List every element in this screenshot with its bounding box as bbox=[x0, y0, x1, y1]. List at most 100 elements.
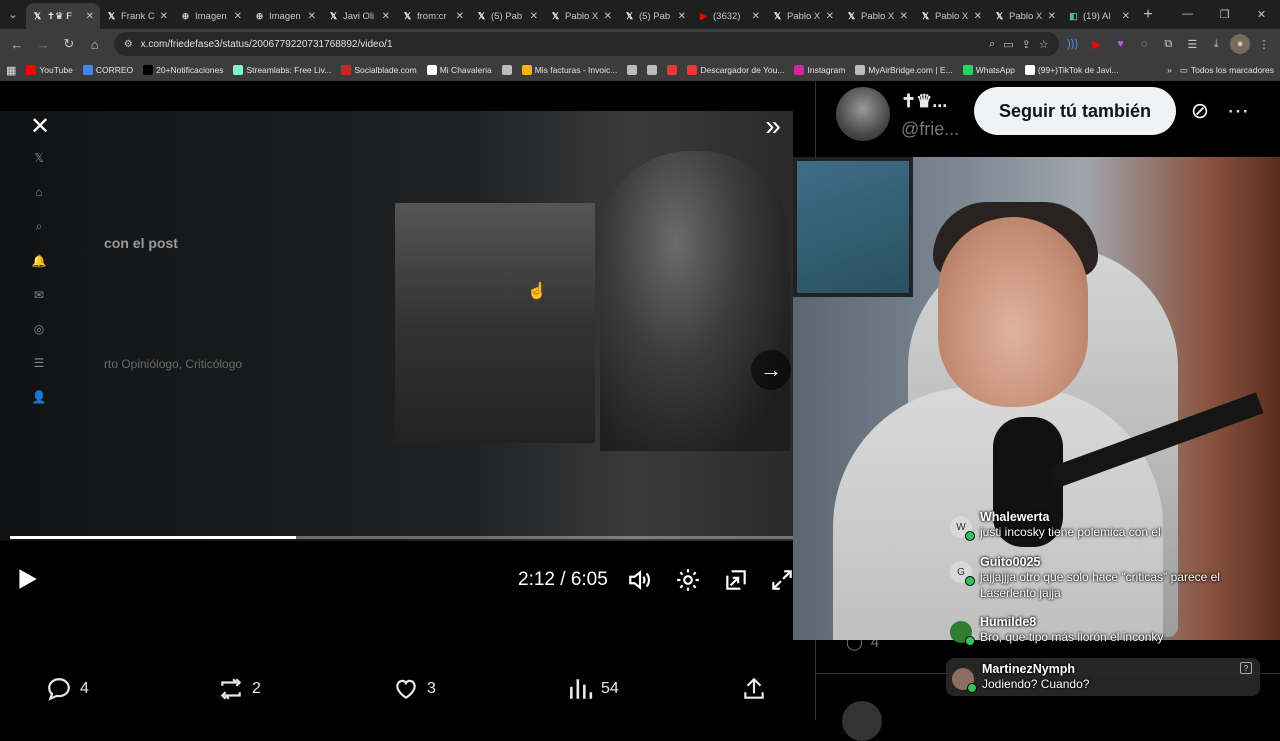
bookmark-label: Socialblade.com bbox=[354, 65, 417, 75]
tab-close-icon[interactable]: ✕ bbox=[1048, 11, 1056, 22]
like-action[interactable]: 3 bbox=[393, 676, 436, 702]
browser-tab[interactable]: 𝕏from:cr ✕ bbox=[396, 3, 470, 29]
bookmark-item[interactable]: CORREO bbox=[82, 65, 133, 75]
tab-close-icon[interactable]: ✕ bbox=[382, 11, 390, 22]
profile-avatar-icon[interactable]: ● bbox=[1230, 34, 1251, 54]
tab-close-icon[interactable]: ✕ bbox=[974, 11, 982, 22]
minimize-icon[interactable]: — bbox=[1169, 8, 1206, 21]
browser-tab[interactable]: 𝕏 Pablo X ✕ bbox=[766, 3, 840, 29]
tab-close-icon[interactable]: ✕ bbox=[678, 11, 686, 22]
zoom-icon[interactable]: ⌕ bbox=[989, 38, 995, 51]
forward-icon[interactable]: → bbox=[32, 33, 54, 55]
settings-button[interactable] bbox=[674, 566, 702, 594]
cast-icon[interactable]: ▭ bbox=[1003, 38, 1013, 51]
share-action[interactable] bbox=[741, 676, 767, 702]
tab-close-icon[interactable]: ✕ bbox=[1122, 11, 1130, 22]
play-button[interactable] bbox=[14, 564, 44, 596]
tab-search-chevron-icon[interactable]: ⌄ bbox=[0, 0, 26, 29]
report-flag-icon[interactable]: ? bbox=[1240, 662, 1252, 674]
bookmark-item[interactable]: Mis facturas - Invoic... bbox=[521, 65, 617, 75]
back-icon[interactable]: ← bbox=[6, 33, 28, 55]
tab-close-icon[interactable]: ✕ bbox=[826, 11, 834, 22]
author-name[interactable]: ✝♛... bbox=[901, 91, 947, 112]
reload-icon[interactable]: ↻ bbox=[58, 33, 80, 55]
picture-in-picture-button[interactable] bbox=[722, 566, 750, 594]
extension-grey-icon[interactable]: ◌ bbox=[1134, 34, 1154, 54]
restore-icon[interactable]: ❐ bbox=[1206, 8, 1243, 21]
extension-sound-icon[interactable]: ))) bbox=[1063, 34, 1083, 54]
tab-close-icon[interactable]: ✕ bbox=[530, 11, 538, 22]
video-time: 2:12 / 6:05 bbox=[518, 569, 608, 590]
browser-tab[interactable]: 𝕏 Pablo X ✕ bbox=[840, 3, 914, 29]
video-frame[interactable]: 𝕏 ⌂ ⌕ 🔔 ✉ ◎ ☰ 👤 con el post rto Opiniólogo, Cri… bbox=[0, 111, 793, 541]
more-options-icon[interactable]: ⋯ bbox=[1224, 97, 1252, 125]
address-bar[interactable]: ⚙ x.com/friedefase3/status/2006779220731… bbox=[113, 32, 1059, 56]
follow-button[interactable]: Seguir tú también bbox=[974, 87, 1176, 135]
reading-list-icon[interactable]: ☰ bbox=[1182, 34, 1202, 54]
collapse-panel-button[interactable]: » bbox=[757, 110, 789, 142]
bookmark-item[interactable]: Streamlabs: Free Liv... bbox=[233, 65, 331, 75]
views-action[interactable]: 54 bbox=[567, 676, 619, 702]
tab-close-icon[interactable]: ✕ bbox=[86, 11, 94, 22]
bookmark-item[interactable] bbox=[667, 65, 678, 75]
tab-close-icon[interactable]: ✕ bbox=[308, 11, 316, 22]
bookmark-item[interactable]: Descargador de You... bbox=[687, 65, 784, 75]
bookmark-item[interactable]: WhatsApp bbox=[962, 65, 1015, 75]
bookmark-item[interactable]: YouTube bbox=[26, 65, 73, 75]
extension-heart-icon[interactable]: ♥ bbox=[1111, 34, 1131, 54]
grok-icon[interactable]: ⊘ bbox=[1186, 97, 1214, 125]
fullscreen-button[interactable] bbox=[768, 566, 796, 594]
browser-tab[interactable]: 𝕏 Pablo X ✕ bbox=[914, 3, 988, 29]
browser-tab[interactable]: 𝕏 Pablo X ✕ bbox=[988, 3, 1062, 29]
bookmark-item[interactable] bbox=[501, 65, 512, 75]
browser-tab[interactable]: ⊕ Imagen ✕ bbox=[174, 3, 248, 29]
bookmark-item[interactable] bbox=[647, 65, 658, 75]
browser-tab[interactable]: 𝕏 Frank C ✕ bbox=[100, 3, 174, 29]
tab-close-icon[interactable]: ✕ bbox=[752, 11, 760, 22]
apps-grid-icon[interactable]: ▦ bbox=[6, 64, 16, 77]
browser-tab[interactable]: 𝕏 Javi Oli ✕ bbox=[322, 3, 396, 29]
browser-tab[interactable]: ◧ (19) Al ✕ bbox=[1062, 3, 1136, 29]
author-handle[interactable]: @frie... bbox=[901, 119, 959, 140]
browser-tab[interactable]: 𝕏 (5) Pab ✕ bbox=[470, 3, 544, 29]
bookmark-item[interactable] bbox=[627, 65, 638, 75]
tab-close-icon[interactable]: ✕ bbox=[160, 11, 168, 22]
bookmark-item[interactable]: Instagram bbox=[794, 65, 845, 75]
site-info-icon[interactable]: ⚙ bbox=[124, 39, 133, 50]
extension-youtube-icon[interactable]: ▶ bbox=[1087, 34, 1107, 54]
reply-avatar[interactable] bbox=[842, 701, 882, 741]
bookmarks-overflow-icon[interactable]: » bbox=[1167, 65, 1172, 75]
bookmark-item[interactable]: Socialblade.com bbox=[341, 65, 417, 75]
bookmark-star-icon[interactable]: ☆ bbox=[1039, 38, 1049, 51]
tab-close-icon[interactable]: ✕ bbox=[604, 11, 612, 22]
tab-close-icon[interactable]: ✕ bbox=[900, 11, 908, 22]
home-icon[interactable]: ⌂ bbox=[84, 33, 106, 55]
next-media-button[interactable]: → bbox=[751, 350, 791, 390]
bookmark-item[interactable]: (99+)TikTok de Javi... bbox=[1024, 65, 1119, 75]
new-tab-button[interactable]: + bbox=[1136, 6, 1160, 24]
browser-tab[interactable]: ⊕ Imagen ✕ bbox=[248, 3, 322, 29]
browser-menu-icon[interactable]: ⋮ bbox=[1254, 34, 1274, 54]
bookmark-item[interactable]: 20+Notificaciones bbox=[143, 65, 223, 75]
volume-button[interactable] bbox=[626, 566, 654, 594]
close-viewer-button[interactable]: ✕ bbox=[24, 110, 56, 142]
extensions-puzzle-icon[interactable]: ⧉ bbox=[1158, 34, 1178, 54]
close-window-icon[interactable]: ✕ bbox=[1243, 8, 1280, 21]
tab-close-icon[interactable]: ✕ bbox=[456, 11, 464, 22]
author-avatar[interactable] bbox=[836, 87, 890, 141]
url-text[interactable]: x.com/friedefase3/status/200677922073176… bbox=[141, 39, 981, 50]
bookmark-item[interactable]: Mi Chavaleria bbox=[426, 65, 492, 75]
all-bookmarks-folder[interactable]: ▭ Todos los marcadores bbox=[1180, 65, 1274, 76]
repost-action[interactable]: 2 bbox=[218, 676, 261, 702]
bookmark-item[interactable]: MyAirBridge.com | E... bbox=[855, 65, 953, 75]
browser-tab[interactable]: 𝕏 ✝♛ F ✕ bbox=[26, 3, 100, 29]
reply-action[interactable]: 4 bbox=[46, 676, 89, 702]
video-progress-bar[interactable] bbox=[10, 536, 793, 539]
browser-tab[interactable]: 𝕏 (5) Pab ✕ bbox=[618, 3, 692, 29]
browser-tab[interactable]: 𝕏 Pablo X ✕ bbox=[544, 3, 618, 29]
chat-message: MartinezNymph Jodiendo? Cuando?? bbox=[946, 658, 1260, 697]
share-icon[interactable]: ⇪ bbox=[1022, 38, 1031, 51]
downloads-icon[interactable]: ⤓ bbox=[1206, 34, 1226, 54]
tab-close-icon[interactable]: ✕ bbox=[234, 11, 242, 22]
browser-tab[interactable]: ▶ (3632) ✕ bbox=[692, 3, 766, 29]
